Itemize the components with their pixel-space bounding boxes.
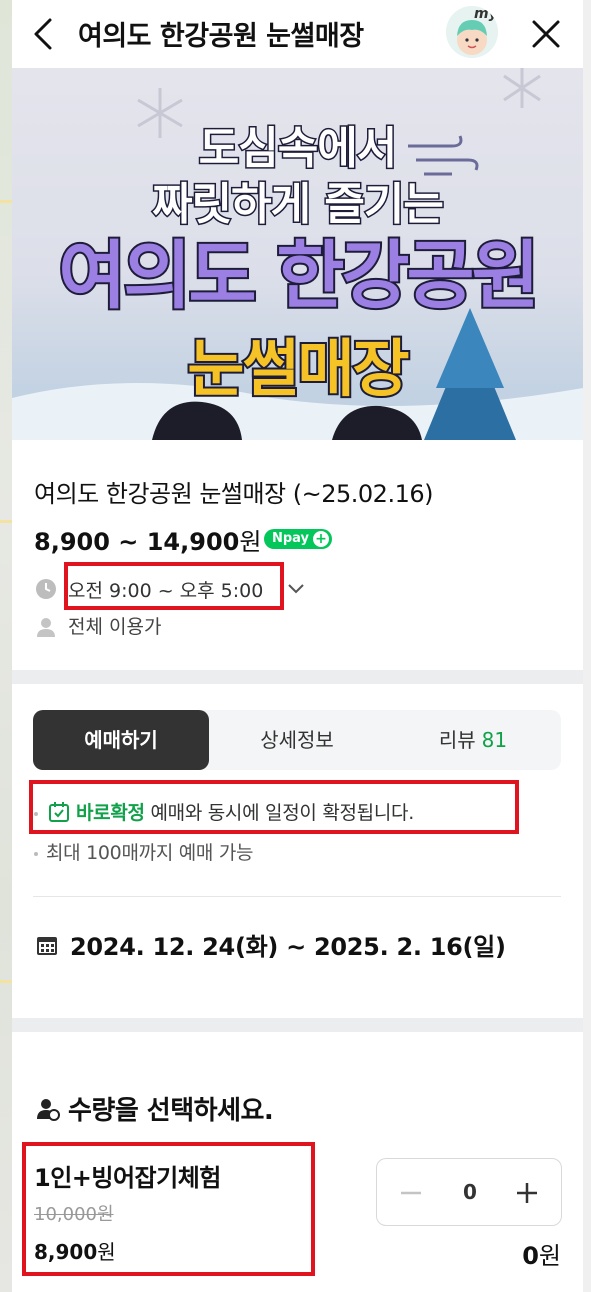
snowflake-icon — [503, 68, 541, 108]
avatar-label: my — [474, 6, 498, 22]
bullet — [34, 852, 38, 856]
clock-icon — [36, 579, 56, 599]
ticket-user-icon — [37, 1099, 60, 1121]
quantity-value[interactable]: 0 — [441, 1159, 499, 1227]
subtotal-value: 0 — [522, 1242, 539, 1270]
section-divider — [12, 670, 583, 684]
ticket-price-value: 8,900 — [34, 1240, 98, 1264]
booking-tabs: 예매하기 상세정보 리뷰 81 — [33, 710, 561, 770]
close-button[interactable] — [528, 16, 564, 52]
ticket-subtotal: 0원 — [522, 1236, 561, 1271]
calendar-check-icon — [49, 802, 69, 822]
plus-icon: + — [313, 531, 329, 547]
calendar-icon — [37, 937, 57, 955]
price-unit: 원 — [239, 528, 262, 556]
banner-line-3: 여의도 한강공원 — [56, 231, 541, 321]
instant-confirm-text: 예매와 동시에 일정이 확정됩니다. — [144, 802, 414, 824]
map-road — [0, 980, 12, 983]
chevron-down-icon[interactable] — [286, 580, 306, 598]
user-icon — [37, 618, 55, 637]
product-name: 여의도 한강공원 눈썰매장 (~25.02.16) — [34, 480, 433, 508]
section-divider — [12, 1018, 583, 1032]
divider — [33, 896, 561, 897]
plus-icon — [517, 1183, 537, 1203]
increase-button[interactable] — [507, 1173, 547, 1213]
panel-header: 여의도 한강공원 눈썰매장 my — [12, 0, 583, 68]
price-range: 8,900 ~ 14,900 — [34, 528, 240, 556]
decrease-button[interactable] — [391, 1173, 431, 1213]
ticket-option-name: 1인+빙어잡기체험 — [34, 1164, 221, 1192]
banner-line-1: 도심속에서 — [197, 122, 398, 176]
tab-label: 상세정보 — [260, 728, 334, 752]
npay-badge[interactable]: Npay + — [264, 529, 332, 549]
product-price: 8,900 ~ 14,900원 — [34, 522, 261, 557]
tab-details[interactable]: 상세정보 — [209, 710, 385, 770]
map-road — [0, 200, 12, 203]
map-background-strip — [0, 0, 12, 1292]
scrollbar-track[interactable] — [583, 0, 591, 1292]
tab-label: 예매하기 — [84, 728, 158, 752]
ticket-price-unit: 원 — [97, 1240, 116, 1264]
banner-line-4: 눈썰매장 — [185, 330, 411, 407]
tab-reviews[interactable]: 리뷰 81 — [385, 710, 561, 770]
instant-confirm-notice: 바로확정 예매와 동시에 일정이 확정됩니다. — [76, 798, 414, 825]
bullet — [34, 812, 38, 816]
quantity-section-title: 수량을 선택하세요. — [68, 1096, 274, 1126]
my-avatar-button[interactable]: my — [446, 6, 498, 58]
close-icon — [532, 20, 560, 48]
ticket-original-price: 10,000원 — [34, 1204, 114, 1225]
audience-rating: 전체 이용가 — [68, 616, 162, 638]
tab-booking[interactable]: 예매하기 — [33, 710, 209, 770]
event-date-range: 2024. 12. 24(화) ~ 2025. 2. 16(일) — [70, 933, 506, 961]
page-title: 여의도 한강공원 눈썰매장 — [78, 21, 364, 52]
quantity-stepper: 0 — [376, 1158, 562, 1226]
npay-label: Npay — [272, 531, 310, 546]
event-banner-image: 도심속에서 짜릿하게 즐기는 여의도 한강공원 눈썰매장 — [12, 68, 583, 440]
ticket-price: 8,900원 — [34, 1236, 116, 1265]
map-road — [0, 520, 12, 523]
subtotal-unit: 원 — [538, 1242, 561, 1270]
booking-panel: 여의도 한강공원 눈썰매장 my 도심속에서 짜릿하게 즐기는 여의도 한강공원… — [12, 0, 583, 1292]
review-count: 81 — [481, 728, 508, 752]
tab-label: 리뷰 — [438, 728, 476, 752]
chevron-left-icon — [34, 18, 52, 50]
operating-hours: 오전 9:00 ~ 오후 5:00 — [68, 580, 264, 602]
minus-icon — [401, 1191, 421, 1195]
back-button[interactable] — [30, 16, 60, 52]
instant-confirm-label: 바로확정 — [76, 802, 145, 824]
purchase-limit-notice: 최대 100매까지 예매 가능 — [46, 842, 254, 864]
